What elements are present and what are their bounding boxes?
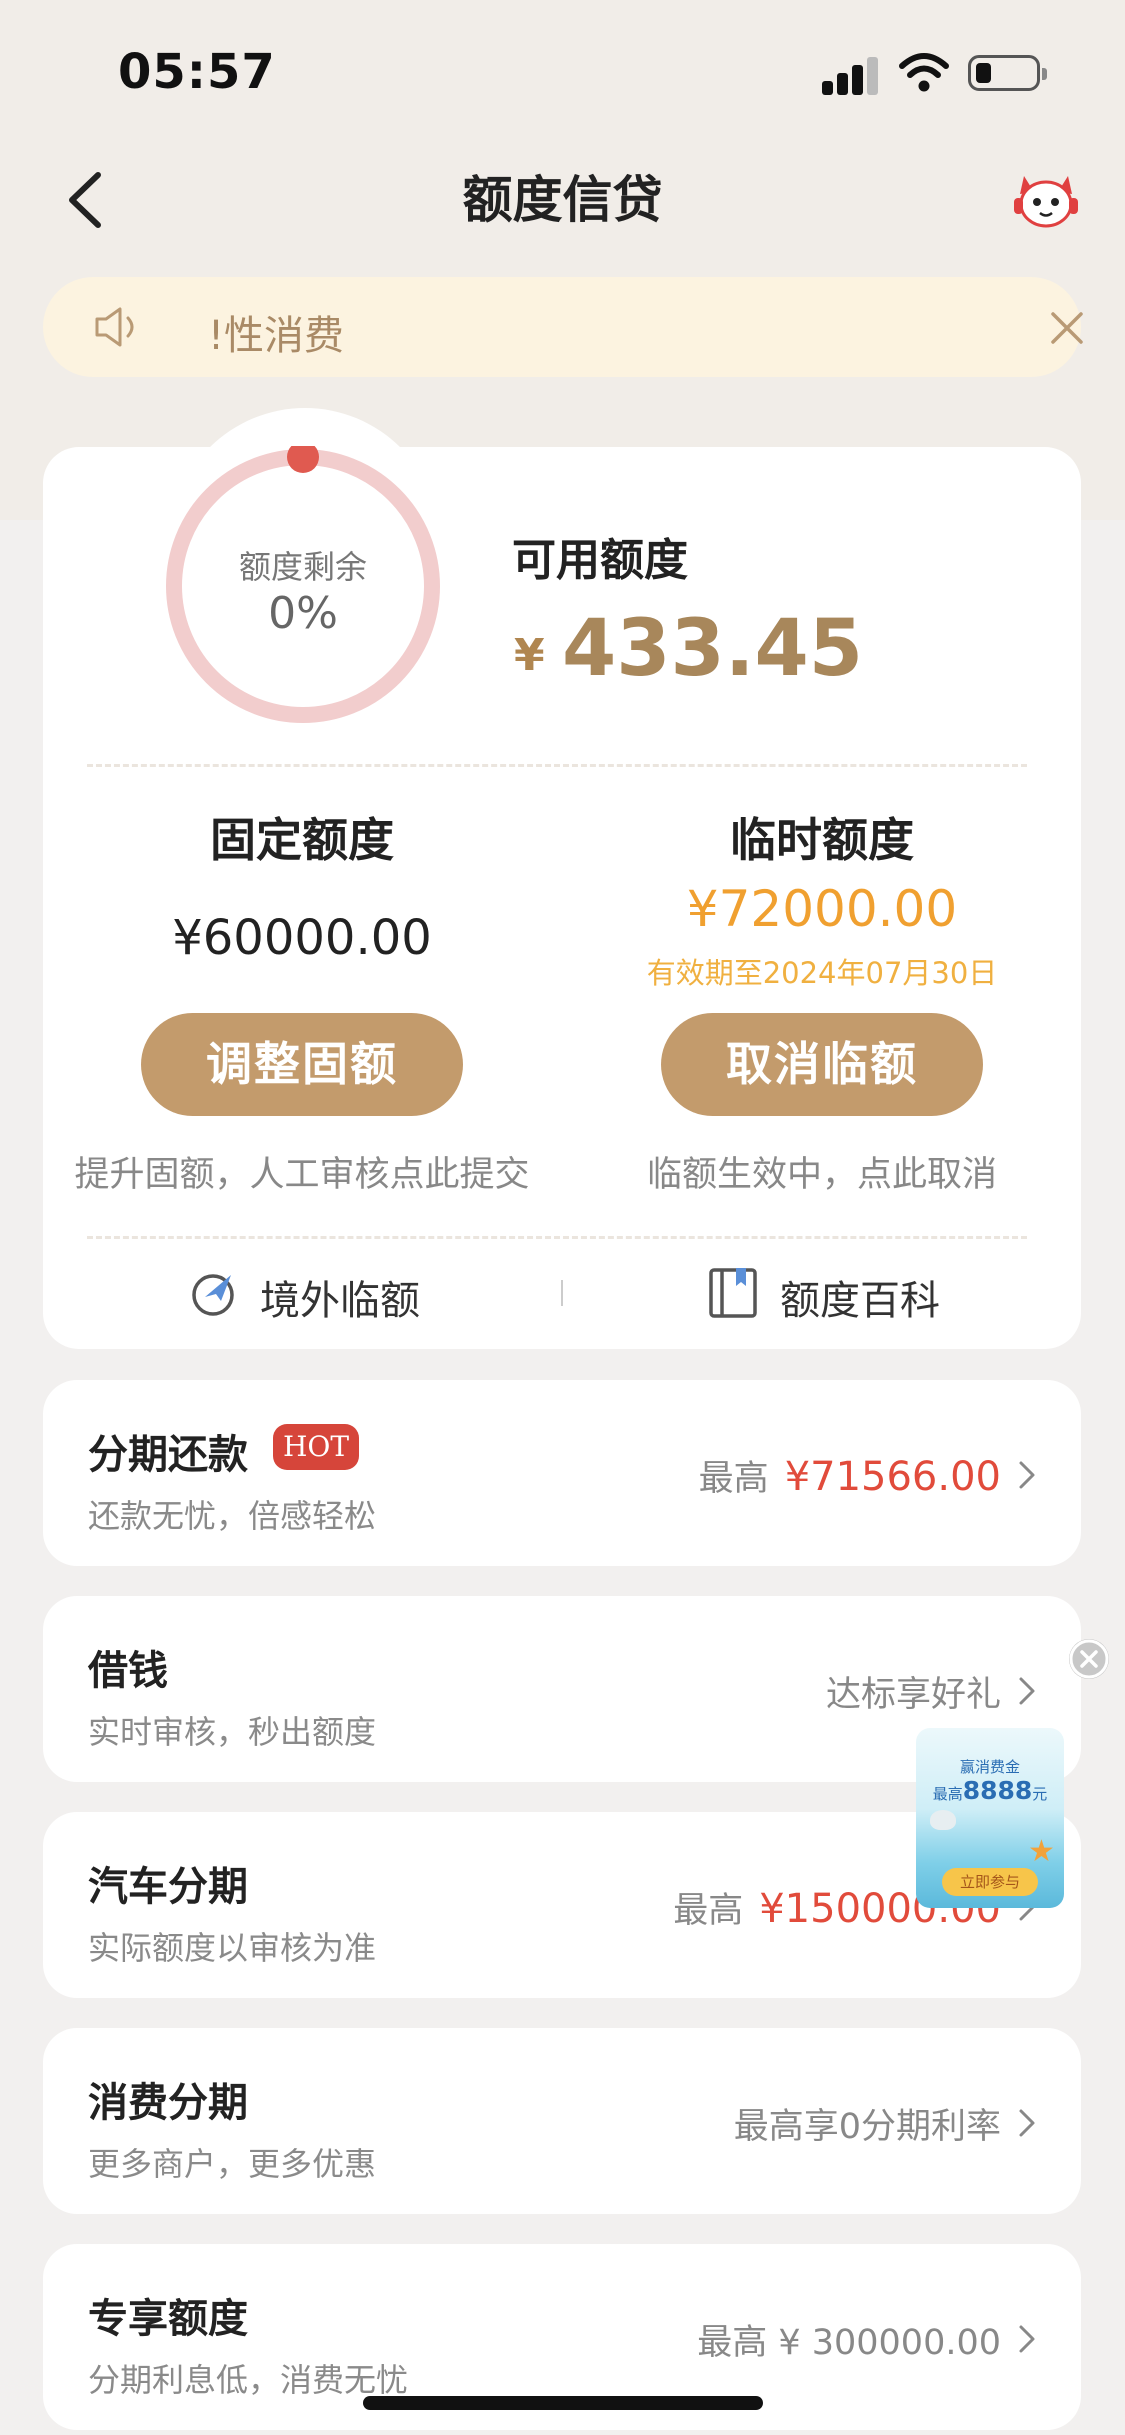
cancel-temp-credit-button[interactable]: 取消临额 (661, 1013, 983, 1116)
credit-wiki-link[interactable]: 额度百科 (708, 1260, 968, 1326)
promo-prefix: 最高 (932, 1785, 963, 1803)
divider (87, 764, 1027, 767)
home-indicator (363, 2396, 763, 2410)
overseas-temp-credit-label: 境外临额 (260, 1278, 420, 1324)
promo-join-button[interactable]: 立即参与 (942, 1868, 1038, 1896)
overseas-temp-credit-link[interactable]: 境外临额 (188, 1260, 448, 1326)
row-subtitle: 分期利息低，消费无忧 (88, 2361, 409, 2399)
available-credit-label: 可用额度 (512, 535, 688, 586)
row-right-label: 最高 (673, 1891, 744, 1931)
close-icon[interactable] (1043, 304, 1091, 352)
row-right-label: 达标享好礼 (825, 1675, 1001, 1715)
wifi-icon (899, 53, 949, 92)
ring-label: 额度剩余 (238, 548, 367, 586)
floating-promo-ad[interactable]: 赢消费金 最高8888元 ★ 立即参与 (916, 1728, 1064, 1908)
row-right: 达标享好礼 (826, 1666, 1001, 1717)
promo-line2: 最高8888元 (916, 1776, 1064, 1805)
row-right: 最高享0分期利率 (734, 2098, 1001, 2149)
fixed-credit-amount: ¥60000.00 (172, 910, 432, 966)
link-separator (561, 1280, 563, 1306)
temp-credit-hint[interactable]: 临额生效中，点此取消 (562, 1146, 1082, 1197)
consumer-installment-row[interactable]: 消费分期 更多商户，更多优惠 最高享0分期利率 (43, 2028, 1081, 2214)
divider (87, 1236, 1027, 1239)
row-title: 借钱 (88, 1648, 168, 1694)
row-title: 专享额度 (88, 2296, 248, 2342)
row-title: 消费分期 (88, 2080, 248, 2126)
status-time: 05:57 (118, 44, 276, 100)
chevron-right-icon (1019, 2109, 1035, 2137)
promo-line1: 赢消费金 (959, 1758, 1020, 1776)
battery-icon (968, 55, 1047, 91)
speaker-icon (95, 307, 134, 347)
plane-globe-icon (192, 1274, 234, 1316)
credit-wiki-label: 额度百科 (780, 1278, 940, 1324)
row-right-value: ¥71566.00 (784, 1454, 1001, 1500)
chevron-right-icon (1019, 2325, 1035, 2353)
ring-percent: 0% (268, 588, 338, 639)
chevron-right-icon (1019, 1461, 1035, 1489)
installment-repayment-row[interactable]: 分期还款 HOT 还款无忧，倍感轻松 最高 ¥71566.00 (43, 1380, 1081, 1566)
chevron-right-icon (1019, 1677, 1035, 1705)
temp-credit-validity: 有效期至2024年07月30日 (646, 956, 998, 990)
starfish-icon: ★ (1028, 1834, 1055, 1869)
notice-bar[interactable]: !性消费 (43, 277, 1083, 377)
row-subtitle: 实际额度以审核为准 (88, 1929, 377, 1967)
fixed-credit-hint[interactable]: 提升固额，人工审核点此提交 (42, 1146, 562, 1197)
row-right: 最高 ¥71566.00 (699, 1450, 1001, 1501)
row-right-label: 最高 (698, 1459, 769, 1499)
row-right: 最高 ¥ 300000.00 (697, 2314, 1001, 2365)
row-title: 分期还款 (88, 1432, 248, 1478)
row-right-label: 最高享0分期利率 (733, 2107, 1001, 2147)
hot-badge: HOT (273, 1424, 359, 1470)
row-subtitle: 还款无忧，倍感轻松 (88, 1497, 377, 1535)
book-icon (709, 1268, 757, 1318)
temp-credit-title: 临时额度 (730, 813, 914, 867)
temp-credit-amount: ¥72000.00 (686, 880, 958, 938)
shell-decoration (930, 1810, 956, 1830)
fixed-credit-title: 固定额度 (210, 813, 394, 867)
notice-text: !性消费 (208, 313, 345, 359)
available-currency: ¥ (514, 630, 545, 681)
promo-suffix: 元 (1032, 1785, 1048, 1803)
float-ad-close-icon[interactable] (1069, 1639, 1109, 1679)
page-title: 额度信贷 (462, 171, 663, 229)
row-subtitle: 实时审核，秒出额度 (88, 1713, 377, 1751)
row-subtitle: 更多商户，更多优惠 (88, 2145, 377, 2183)
row-right-label: 最高 ¥ 300000.00 (697, 2323, 1001, 2363)
cellular-signal-icon (822, 55, 882, 95)
mascot-avatar-icon[interactable] (1010, 162, 1082, 234)
promo-amount: 8888 (962, 1776, 1033, 1805)
row-title: 汽车分期 (88, 1864, 248, 1910)
available-credit-amount: 433.45 (562, 604, 863, 694)
adjust-fixed-credit-button[interactable]: 调整固额 (141, 1013, 463, 1116)
